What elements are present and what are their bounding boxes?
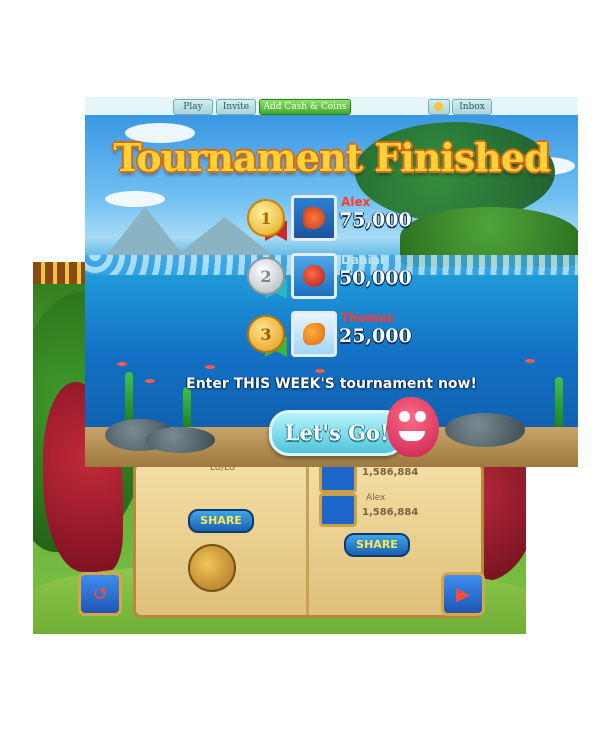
tab-add-cash-coins[interactable]: Add Cash & Coins	[259, 99, 351, 115]
next-button[interactable]: ▶	[441, 572, 485, 616]
player-slot-1-score: 1,586,884	[362, 467, 419, 478]
lets-go-button[interactable]: Let's Go!	[269, 410, 405, 456]
rock	[445, 413, 525, 447]
small-fish	[205, 365, 215, 369]
mascot-mouth	[399, 431, 425, 441]
player-slot-2[interactable]	[319, 493, 357, 527]
back-arrow-icon: ↺	[92, 583, 108, 605]
coin-icon	[434, 102, 443, 111]
gold-medal-icon: 1	[247, 199, 285, 237]
seahorse-icon	[303, 207, 325, 229]
ranking-row-1: 1 Alex 75,000	[247, 195, 507, 247]
small-fish	[117, 362, 127, 366]
player-avatar	[291, 253, 337, 299]
player-slot-2-score: 1,586,884	[362, 507, 419, 518]
tab-invite[interactable]: Invite	[216, 99, 256, 115]
ranking-row-3: 3 Thomas 25,000	[247, 311, 507, 363]
top-navigation-bar: Play Invite Add Cash & Coins Inbox	[85, 97, 578, 115]
cloud	[105, 191, 165, 207]
share-button-right[interactable]: SHARE	[344, 533, 410, 557]
orange-fish-icon	[303, 323, 325, 345]
player-avatar	[291, 195, 337, 241]
mascot-eye	[415, 411, 426, 422]
rock	[145, 427, 215, 453]
tournament-title: Tournament Finished	[113, 135, 550, 180]
fish-mascot-icon	[387, 397, 439, 457]
silver-medal-icon: 2	[247, 257, 285, 295]
tab-inbox[interactable]: Inbox	[452, 99, 492, 115]
player-score: 50,000	[339, 267, 412, 289]
red-fish-icon	[303, 265, 325, 287]
share-button-left[interactable]: SHARE	[188, 509, 254, 533]
player-score: 25,000	[339, 325, 412, 347]
small-fish	[525, 359, 535, 363]
play-icon: ▶	[456, 583, 470, 605]
player-slot-2-name: Alex	[366, 493, 386, 503]
mountain	[105, 207, 185, 257]
mascot-eye	[399, 411, 410, 422]
ranking-row-2: 2 Danial 50,000	[247, 253, 507, 305]
bronze-medal-icon: 3	[247, 315, 285, 353]
player-name: Danial	[341, 253, 384, 267]
seaweed	[183, 387, 191, 432]
tournament-invite-text: Enter THIS WEEK'S tournament now!	[186, 376, 477, 392]
tab-play[interactable]: Play	[173, 99, 213, 115]
coin-button[interactable]	[428, 99, 450, 115]
small-fish	[315, 369, 325, 373]
player-avatar	[291, 311, 337, 357]
player-name: Thomas	[341, 311, 394, 325]
decorative-border-strip	[33, 262, 93, 284]
tournament-results-panel: Play Invite Add Cash & Coins Inbox Tourn…	[85, 97, 578, 467]
leaderboard-scroll: LU/LU 1,586,884 Alex 1,586,884 SHARE SHA…	[133, 459, 484, 618]
scroll-divider	[306, 465, 309, 615]
player-score: 75,000	[339, 209, 412, 231]
player-name: Alex	[341, 195, 371, 209]
wax-seal-icon	[188, 544, 236, 592]
back-button[interactable]: ↺	[78, 572, 122, 616]
